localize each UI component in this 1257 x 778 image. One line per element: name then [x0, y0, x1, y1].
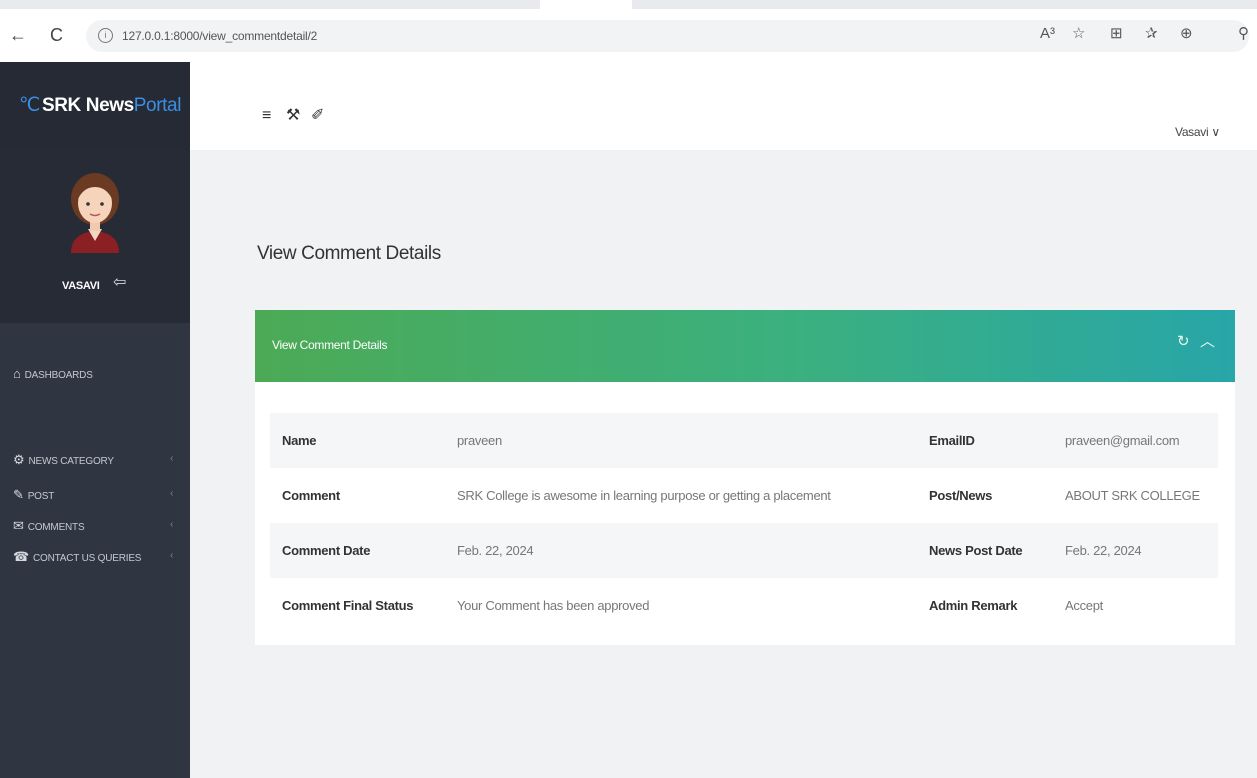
extensions-icon[interactable]: ⚲ — [1238, 26, 1249, 42]
browser-tab-strip — [0, 0, 1257, 9]
table-row: Comment SRK College is awesome in learni… — [270, 468, 1218, 523]
final-status-value: Your Comment has been approved — [457, 598, 650, 613]
refresh-icon[interactable]: C — [50, 26, 63, 44]
sidebar-item-post[interactable]: ✎ POST — [13, 487, 54, 503]
active-tab[interactable] — [540, 0, 632, 9]
user-dropdown[interactable]: Vasavi ∨ — [1175, 125, 1220, 139]
news-post-date-value: Feb. 22, 2024 — [1053, 523, 1218, 578]
settings-icon: ⚙ — [13, 452, 25, 467]
avatar — [71, 173, 119, 253]
post-news-value: ABOUT SRK COLLEGE — [1065, 488, 1200, 503]
contact-icon: ☎ — [13, 549, 29, 564]
brand-name-accent: Portal — [133, 95, 182, 116]
logout-icon[interactable]: ⇦ — [113, 275, 126, 291]
card-header — [255, 310, 1235, 382]
post-icon: ✎ — [13, 487, 24, 502]
sidebar-item-label: CONTACT US QUERIES — [33, 553, 142, 564]
read-aloud-icon[interactable]: A³ — [1040, 26, 1055, 42]
page-title: View Comment Details — [257, 243, 441, 264]
comment-value: SRK College is awesome in learning purpo… — [457, 488, 831, 503]
admin-remark-value: Accept — [1065, 598, 1103, 613]
brush-icon[interactable]: ✐ — [311, 108, 324, 124]
table-row: Name praveen EmailID praveen@gmail.com — [270, 413, 1218, 468]
info-icon[interactable]: i — [98, 28, 113, 43]
table-row: Comment Final Status Your Comment has be… — [270, 578, 1218, 633]
refresh-card-icon[interactable]: ↻ — [1177, 334, 1190, 350]
final-status-label: Comment Final Status — [282, 598, 414, 613]
chevron-left-icon: ‹ — [170, 488, 174, 499]
comment-date-value: Feb. 22, 2024 — [445, 523, 917, 578]
dashboard-icon: ⌂ — [13, 366, 21, 381]
collections-icon[interactable]: ⊕ — [1180, 26, 1193, 42]
menu-toggle-icon[interactable]: ≡ — [262, 108, 271, 124]
table-row: Comment Date Feb. 22, 2024 News Post Dat… — [270, 523, 1218, 578]
sidebar-item-dashboards[interactable]: ⌂ DASHBOARDS — [13, 366, 93, 381]
sidebar-item-comments[interactable]: ✉ COMMENTS — [13, 518, 85, 534]
news-post-date-label: News Post Date — [917, 523, 1053, 578]
back-icon[interactable]: ← — [9, 26, 27, 44]
brand-logo-glyph: ℃ — [19, 95, 40, 116]
favorites-icon[interactable]: ✰ — [1145, 26, 1158, 42]
top-navbar — [190, 62, 1257, 150]
wrench-icon[interactable]: ⚒ — [286, 108, 300, 124]
sidebar-item-label: POST — [27, 491, 55, 502]
name-label: Name — [270, 413, 445, 468]
admin-remark-label: Admin Remark — [929, 598, 1018, 613]
url-text[interactable]: 127.0.0.1:8000/view_commentdetail/2 — [122, 29, 317, 43]
email-value: praveen@gmail.com — [1053, 413, 1218, 468]
name-value: praveen — [445, 413, 917, 468]
sidebar-item-news-category[interactable]: ⚙ NEWS CATEGORY — [13, 452, 114, 468]
post-news-label: Post/News — [929, 488, 993, 503]
chevron-left-icon: ‹ — [170, 550, 174, 561]
sidebar-username: VASAVI — [62, 280, 100, 292]
sidebar-item-contact-us-queries[interactable]: ☎ CONTACT US QUERIES — [13, 549, 141, 565]
chevron-left-icon: ‹ — [170, 453, 174, 464]
email-label: EmailID — [917, 413, 1053, 468]
brand-name-main: SRK News — [41, 95, 134, 116]
comments-icon: ✉ — [13, 518, 24, 533]
sidebar-item-label: DASHBOARDS — [24, 370, 93, 381]
card-title: View Comment Details — [272, 338, 388, 352]
sidebar-item-label: COMMENTS — [27, 522, 85, 533]
comment-details-table: Name praveen EmailID praveen@gmail.com C… — [270, 413, 1218, 633]
brand-logo[interactable]: ℃ SRK NewsPortal — [19, 94, 181, 117]
split-screen-icon[interactable]: ⊞ — [1110, 26, 1123, 42]
comment-date-label: Comment Date — [270, 523, 445, 578]
chevron-left-icon: ‹ — [170, 519, 174, 530]
sidebar-item-label: NEWS CATEGORY — [28, 456, 114, 467]
favorite-star-icon[interactable]: ☆ — [1072, 26, 1085, 42]
comment-label: Comment — [282, 488, 340, 503]
collapse-card-icon[interactable]: ︿ — [1200, 334, 1215, 350]
